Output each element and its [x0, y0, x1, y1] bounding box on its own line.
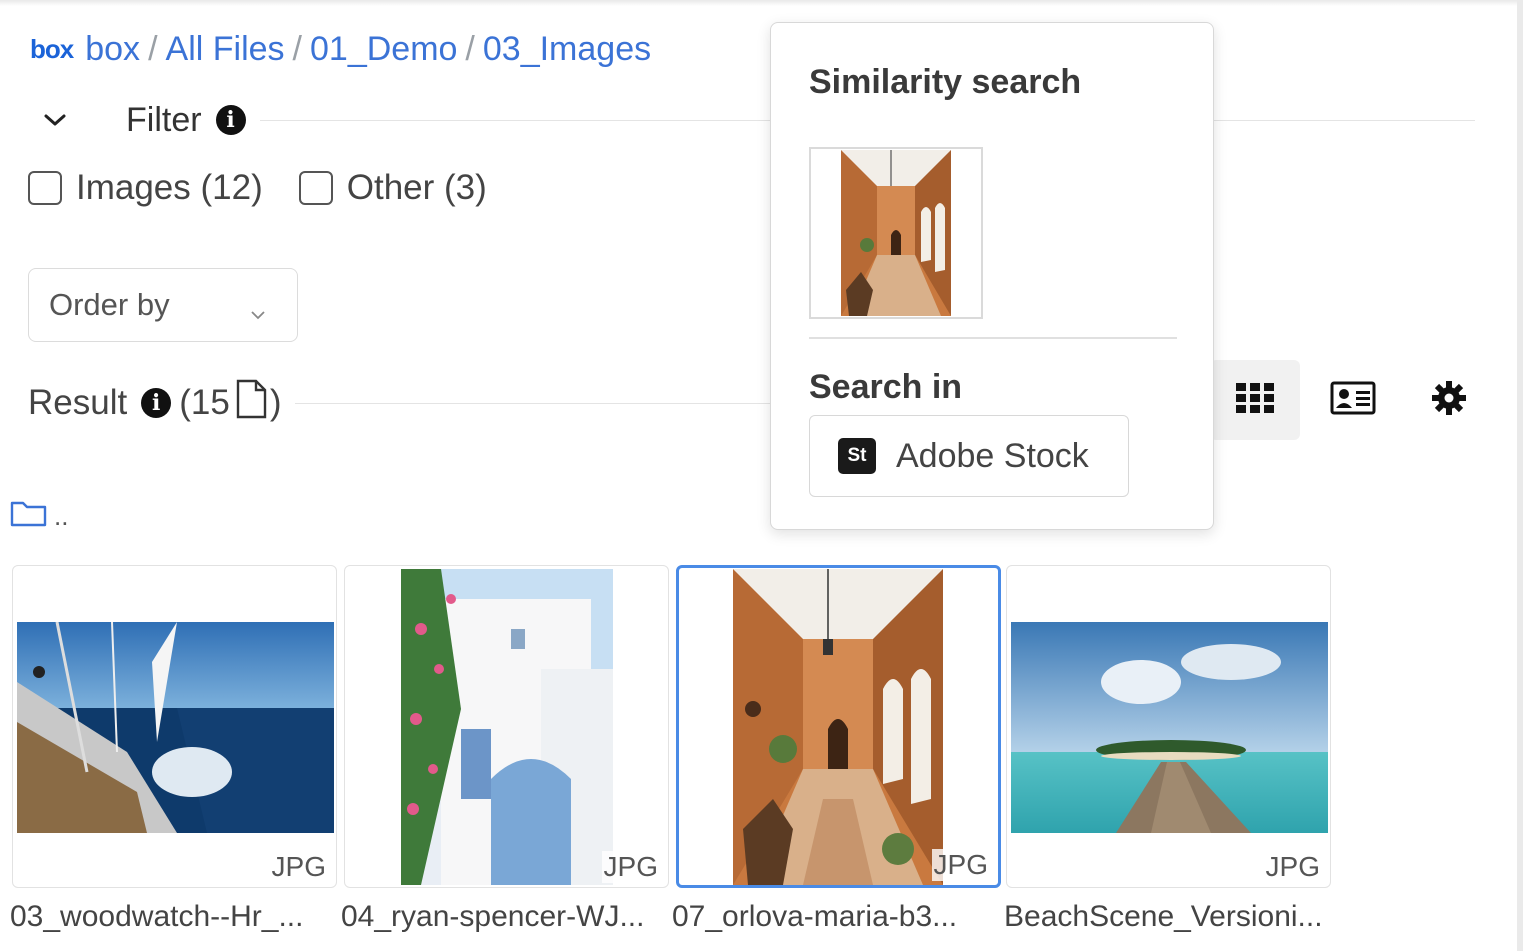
box-logo[interactable]: box [30, 34, 74, 65]
query-image [841, 150, 951, 316]
file-name[interactable]: BeachScene_Versioni... [1004, 900, 1323, 934]
popover-title: Similarity search [809, 63, 1082, 101]
info-icon[interactable]: i [215, 105, 246, 135]
card-view-button[interactable] [1308, 360, 1398, 440]
order-by-label: Order by [49, 287, 170, 322]
breadcrumb-separator: / [148, 30, 158, 68]
breadcrumb-item-03-images[interactable]: 03_Images [483, 30, 651, 69]
breadcrumb-item-all-files[interactable]: All Files [166, 30, 285, 69]
adobe-stock-icon: St [838, 438, 876, 474]
file-thumbnail [401, 569, 613, 885]
checkbox-label: Other (3) [346, 168, 487, 207]
checkbox-box[interactable] [298, 171, 333, 205]
result-label: Result [28, 383, 128, 422]
document-icon [234, 379, 268, 428]
file-tile[interactable]: JPG [1006, 565, 1331, 888]
file-name[interactable]: 04_ryan-spencer-WJ... [341, 900, 644, 934]
file-tile-selected[interactable]: JPG [676, 565, 1001, 888]
file-tile[interactable]: JPG [344, 565, 669, 888]
file-name[interactable]: 07_orlova-maria-b3... [672, 900, 957, 934]
order-by-select[interactable]: Order by [28, 268, 298, 342]
result-count: (15 [179, 383, 230, 422]
breadcrumb-separator: / [465, 30, 475, 68]
parent-folder-label: .. [54, 501, 69, 531]
checkbox-label: Images (12) [76, 168, 263, 207]
gear-icon [1431, 380, 1467, 421]
divider [809, 337, 1177, 339]
file-format-badge: JPG [931, 849, 990, 881]
result-count-close: ) [269, 383, 282, 422]
file-thumbnail [1011, 622, 1328, 833]
query-image-thumbnail [809, 147, 983, 319]
parent-folder-link[interactable]: .. [10, 498, 68, 535]
adobe-stock-label: Adobe Stock [896, 436, 1089, 475]
search-in-label: Search in [809, 368, 963, 406]
file-name[interactable]: 03_woodwatch--Hr_... [10, 900, 303, 934]
checkbox-images[interactable]: Images (12) [28, 168, 263, 208]
file-thumbnail [17, 622, 334, 833]
card-view-icon [1330, 381, 1376, 420]
filter-header: Filter i [40, 95, 1475, 145]
window-right-edge [1517, 0, 1523, 951]
breadcrumb: box box / All Files / 01_Demo / 03_Image… [30, 30, 651, 69]
info-icon[interactable]: i [141, 388, 172, 418]
breadcrumb-separator: / [292, 30, 302, 68]
grid-view-button[interactable] [1210, 360, 1300, 440]
checkbox-other[interactable]: Other (3) [298, 168, 487, 208]
breadcrumb-item-01-demo[interactable]: 01_Demo [310, 30, 457, 69]
file-format-badge: JPG [269, 851, 328, 883]
grid-view-icon [1235, 382, 1275, 419]
file-format-badge: JPG [1263, 851, 1322, 883]
folder-icon [10, 498, 48, 535]
breadcrumb-item-box[interactable]: box [85, 30, 140, 69]
checkbox-box[interactable] [28, 171, 62, 205]
file-tile[interactable]: JPG [12, 565, 337, 888]
window-top-edge [0, 0, 1523, 6]
adobe-stock-button[interactable]: St Adobe Stock [809, 415, 1129, 497]
type-filter-checkboxes: Images (12) Other (3) [28, 168, 523, 208]
chevron-down-icon[interactable] [40, 105, 70, 135]
file-format-badge: JPG [601, 851, 660, 883]
similarity-search-popover: Similarity search Search in St Adobe Sto… [770, 22, 1214, 530]
settings-button[interactable] [1404, 360, 1494, 440]
filter-label: Filter [126, 100, 202, 139]
file-thumbnail [733, 569, 943, 885]
chevron-down-icon [249, 293, 267, 329]
